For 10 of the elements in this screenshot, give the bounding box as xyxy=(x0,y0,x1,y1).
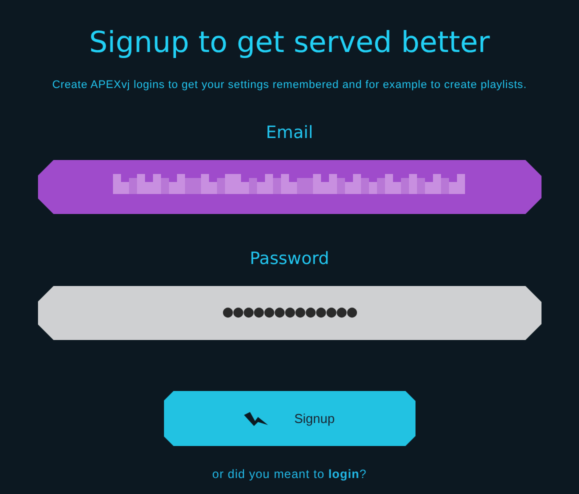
signup-button[interactable]: Signup xyxy=(164,391,416,446)
password-field[interactable]: ●●●●●●●●●●●●● xyxy=(38,286,542,340)
login-prompt: or did you meant to login? xyxy=(212,466,367,483)
field-label: Password xyxy=(250,248,330,270)
field-label: Email xyxy=(266,122,314,144)
page-title: Signup to get served better xyxy=(89,24,490,61)
login-link[interactable]: login xyxy=(328,467,360,481)
subtitle: Create APEXvj logins to get your settings remembered and for example to create playlists. xyxy=(52,78,527,92)
lightning-icon xyxy=(244,410,268,426)
email-field[interactable] xyxy=(38,160,542,214)
